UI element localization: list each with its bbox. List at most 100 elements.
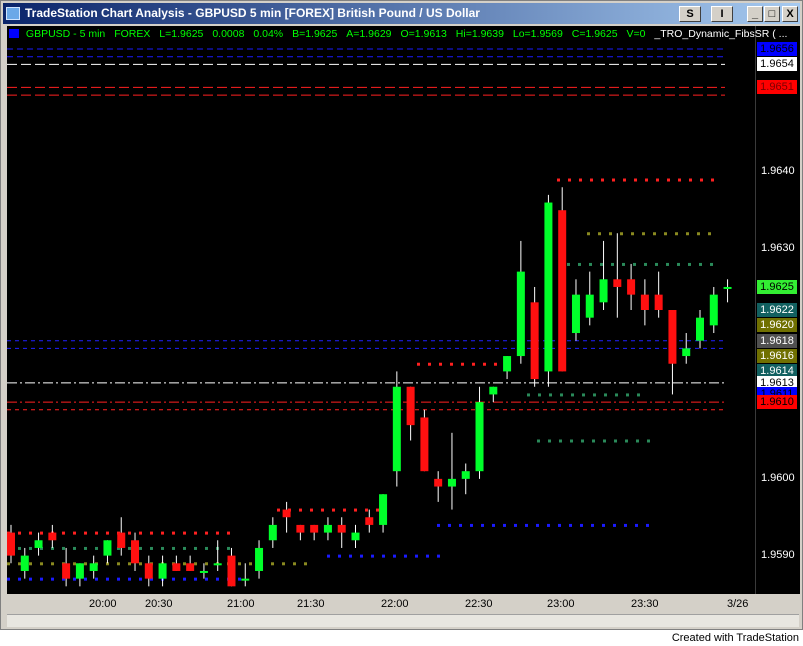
fib-dot (558, 523, 561, 527)
maximize-button[interactable]: □ (764, 6, 780, 22)
price-tag: 1.9625 (757, 279, 797, 294)
fib-dot (656, 178, 659, 182)
fib-dot (404, 554, 407, 558)
candle-down (406, 386, 415, 426)
fib-dot (304, 562, 307, 566)
time-tick-label: 21:30 (297, 598, 325, 610)
candle-down (144, 563, 153, 579)
minimize-button[interactable]: _ (747, 6, 763, 22)
fib-dot (95, 531, 98, 535)
time-tick-label: 23:30 (631, 598, 659, 610)
fib-dot (354, 508, 357, 512)
fib-dot (106, 531, 109, 535)
fib-dot (557, 178, 560, 182)
fib-dot (699, 262, 702, 266)
candle-down (186, 563, 195, 571)
fib-dot (666, 262, 669, 266)
candle-down (7, 532, 15, 556)
symbol-indicator-icon (9, 29, 19, 38)
fib-dot (128, 531, 131, 535)
price-tick-label: 1.9640 (761, 164, 795, 177)
fib-dot (117, 577, 120, 581)
symbol-link-i-button[interactable]: I (711, 6, 733, 22)
status-symbol: GBPUSD - 5 min (25, 28, 106, 40)
fib-dot (29, 546, 32, 550)
candlestick-chart[interactable] (7, 26, 755, 594)
status-high: Hi=1.9639 (455, 28, 504, 40)
fib-dot (664, 232, 667, 236)
status-indicator: _TRO_Dynamic_FibsSR ( ... (654, 28, 788, 40)
fib-dot (139, 531, 142, 535)
fib-dot (128, 546, 131, 550)
fib-dot (461, 362, 464, 366)
footer-credit: Created with TradeStation (671, 632, 799, 644)
fib-dot (128, 577, 131, 581)
close-button[interactable]: X (782, 6, 798, 22)
fib-dot (7, 562, 10, 566)
fib-dot (587, 232, 590, 236)
fib-dot (238, 577, 241, 581)
chart-plot-area[interactable] (7, 26, 755, 594)
status-line: GBPUSD - 5 min FOREX L=1.9625 0.0008 0.0… (9, 28, 787, 40)
fib-dot (567, 262, 570, 266)
fib-dot (678, 178, 681, 182)
candle-up (323, 524, 332, 533)
chart-window: TradeStation Chart Analysis - GBPUSD 5 m… (0, 0, 803, 630)
fib-dot (338, 554, 341, 558)
candle-up (503, 356, 512, 372)
price-tag: 1.9618 (757, 333, 797, 348)
fib-dot (483, 362, 486, 366)
fib-dot (635, 523, 638, 527)
fib-dot (631, 232, 634, 236)
fib-dot (371, 554, 374, 558)
fib-dot (84, 546, 87, 550)
fib-dot (514, 523, 517, 527)
tradestation-app-icon[interactable] (6, 7, 20, 20)
fib-dot (205, 577, 208, 581)
fib-dot (591, 523, 594, 527)
fib-dot (633, 262, 636, 266)
fib-dot (150, 531, 153, 535)
fib-dot (620, 232, 623, 236)
fib-dot (415, 554, 418, 558)
fib-dot (708, 232, 711, 236)
symbol-link-s-button[interactable]: S (679, 6, 701, 22)
fib-dot (710, 262, 713, 266)
fib-dot (667, 178, 670, 182)
fib-dot (503, 523, 506, 527)
fib-dot (172, 577, 175, 581)
fib-dot (18, 546, 21, 550)
candle-down (48, 532, 57, 541)
fib-dot (365, 508, 368, 512)
candle-down (627, 279, 636, 295)
candle-down (172, 563, 181, 571)
fib-dot (73, 562, 76, 566)
candle-down (558, 210, 567, 372)
fib-dot (615, 393, 618, 397)
candle-up (75, 563, 84, 579)
fib-dot (205, 531, 208, 535)
fib-dot (183, 577, 186, 581)
candle-down (654, 294, 663, 310)
fib-dot (417, 362, 420, 366)
fib-dot (62, 546, 65, 550)
candle-up (20, 555, 29, 571)
fib-dot (18, 577, 21, 581)
fib-dot (293, 562, 296, 566)
fib-dot (393, 554, 396, 558)
fib-dot (321, 508, 324, 512)
fib-dot (40, 562, 43, 566)
horizontal-scrollbar[interactable] (7, 614, 799, 627)
fib-dot (95, 546, 98, 550)
title-bar[interactable]: TradeStation Chart Analysis - GBPUSD 5 m… (3, 3, 800, 24)
fib-dot (62, 531, 65, 535)
candle-down (434, 478, 443, 487)
candle-down (420, 417, 429, 472)
fib-dot (271, 562, 274, 566)
status-change: 0.0008 (212, 28, 245, 40)
window-title: TradeStation Chart Analysis - GBPUSD 5 m… (25, 6, 480, 20)
price-tick-label: 1.9590 (761, 548, 795, 561)
fib-dot (277, 508, 280, 512)
fib-dot (139, 546, 142, 550)
candle-up (516, 271, 525, 357)
